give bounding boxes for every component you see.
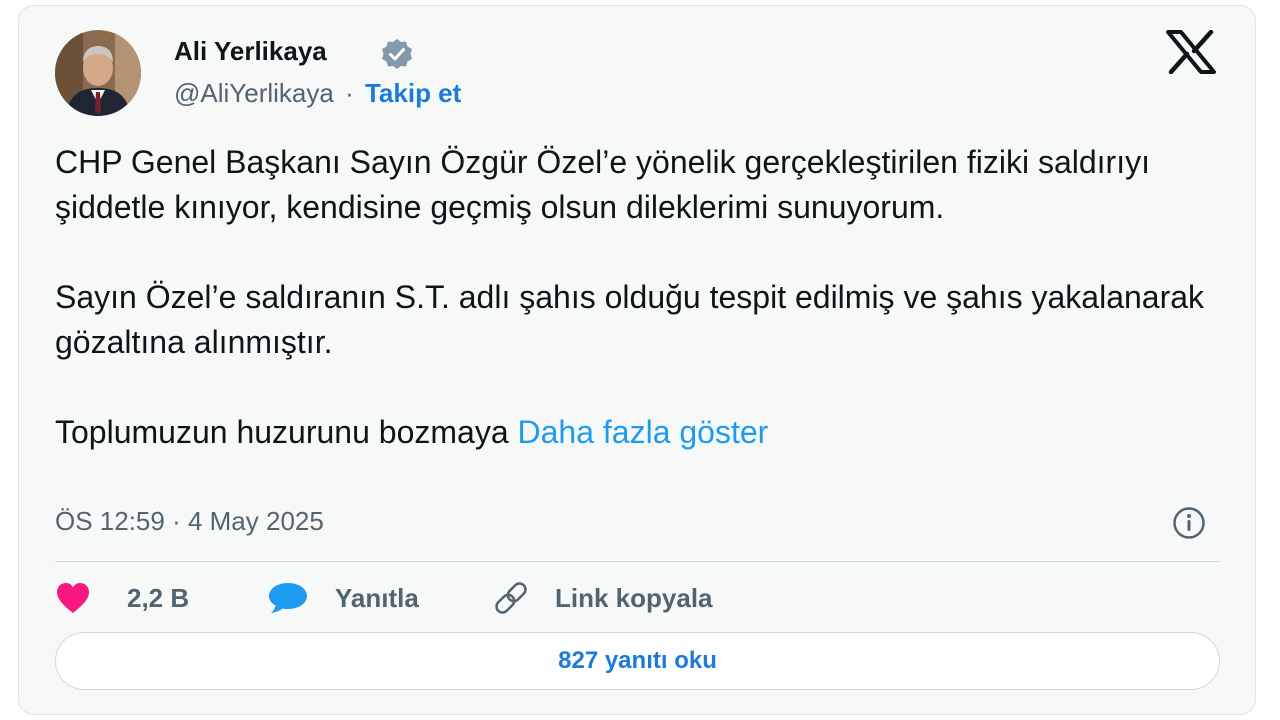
handle-separator: · — [345, 78, 354, 108]
divider — [55, 561, 1220, 562]
tweet-paragraph: Sayın Özel’e saldıranın S.T. adlı şahıs … — [55, 279, 1205, 360]
copy-link-button[interactable]: Link kopyala — [491, 578, 713, 618]
verified-badge-icon — [382, 39, 412, 69]
reply-button[interactable]: Yanıtla — [267, 578, 419, 618]
reply-label: Yanıtla — [335, 582, 419, 613]
x-logo-icon[interactable] — [1165, 30, 1217, 74]
link-icon — [495, 582, 527, 614]
speech-bubble-icon — [269, 583, 307, 613]
read-replies-button[interactable]: 827 yanıtı oku — [55, 632, 1220, 690]
read-replies-label: 827 yanıtı oku — [558, 647, 717, 674]
handle-row: @AliYerlikaya · Takip et — [174, 78, 461, 109]
follow-button[interactable]: Takip et — [365, 78, 461, 108]
truncated-text: Toplumuzun huzurunu bozmaya — [55, 414, 509, 450]
tweet-card: Ali Yerlikaya @AliYerlikaya · Takip et C… — [18, 5, 1256, 715]
like-count: 2,2 B — [127, 582, 190, 613]
tweet-paragraph: CHP Genel Başkanı Sayın Özgür Özel’e yön… — [55, 144, 1150, 225]
avatar[interactable] — [55, 30, 141, 116]
show-more-link[interactable]: Daha fazla göster — [518, 414, 769, 450]
heart-icon — [57, 583, 89, 613]
like-button[interactable]: 2,2 B — [55, 578, 189, 618]
copy-link-label: Link kopyala — [555, 582, 713, 613]
author-name[interactable]: Ali Yerlikaya — [174, 36, 327, 67]
info-icon[interactable] — [1171, 505, 1207, 541]
tweet-paragraph-truncated: Toplumuzun huzurunu bozmaya Daha fazla g… — [55, 410, 1225, 455]
tweet-text: CHP Genel Başkanı Sayın Özgür Özel’e yön… — [55, 140, 1225, 455]
timestamp[interactable]: ÖS 12:59 · 4 May 2025 — [55, 506, 324, 537]
author-handle[interactable]: @AliYerlikaya — [174, 78, 334, 108]
